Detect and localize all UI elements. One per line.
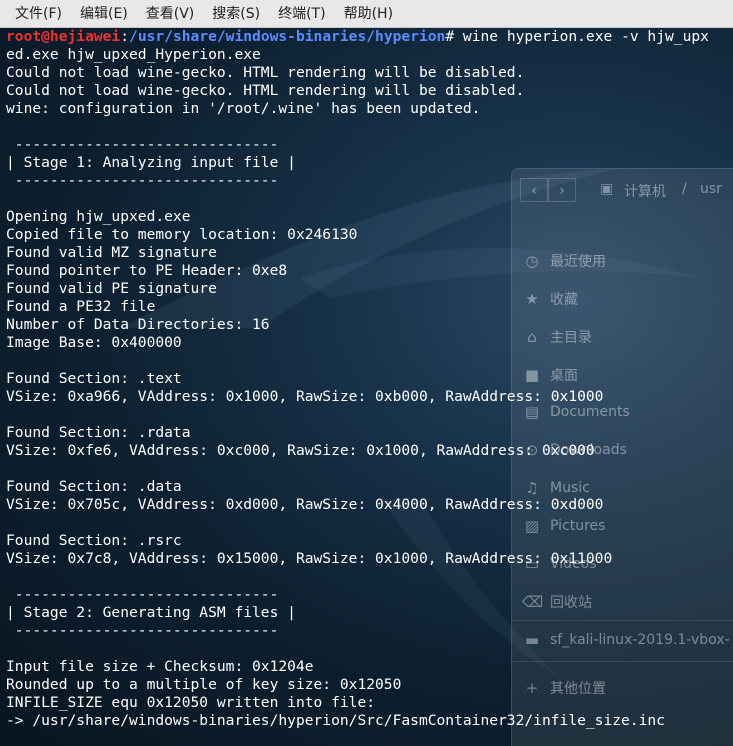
prompt-symbol: # xyxy=(445,28,463,45)
output-line: ------------------------------ xyxy=(6,586,279,603)
command-text-wrap: ed.exe hjw_upxed_Hyperion.exe xyxy=(6,46,261,63)
output-line: | Stage 1: Analyzing input file | xyxy=(6,154,296,171)
output-line: Found valid MZ signature xyxy=(6,244,217,261)
terminal-output: root@hejiawei:/usr/share/windows-binarie… xyxy=(6,28,709,730)
output-line: Found pointer to PE Header: 0xe8 xyxy=(6,262,288,279)
output-line: Found Section: .data xyxy=(6,478,182,495)
menu-terminal[interactable]: 终端(T) xyxy=(269,0,334,28)
output-line: Found Section: .rdata xyxy=(6,424,191,441)
output-line: Input file size + Checksum: 0x1204e xyxy=(6,658,314,675)
output-line: Image Base: 0x400000 xyxy=(6,334,182,351)
menu-search[interactable]: 搜索(S) xyxy=(203,0,269,28)
output-line: Could not load wine-gecko. HTML renderin… xyxy=(6,82,525,99)
output-line: VSize: 0x705c, VAddress: 0xd000, RawSize… xyxy=(6,496,604,513)
menu-edit[interactable]: 编辑(E) xyxy=(71,0,137,28)
output-line: ------------------------------ xyxy=(6,136,279,153)
output-line: ------------------------------ xyxy=(6,622,279,639)
output-line: INFILE_SIZE equ 0x12050 written into fil… xyxy=(6,694,376,711)
terminal-area[interactable]: ‹ › ▣ 计算机 / usr ◷ 最近使用 ★ 收藏 ⌂ 主目录 ■ 桌面 ▤ Docu… xyxy=(0,28,733,746)
command-text: wine hyperion.exe -v hjw_upx xyxy=(462,28,709,45)
output-lines: Could not load wine-gecko. HTML renderin… xyxy=(6,64,665,729)
output-line: Found Section: .rsrc xyxy=(6,532,182,549)
output-line: Found a PE32 file xyxy=(6,298,156,315)
output-line: -> /usr/share/windows-binaries/hyperion/… xyxy=(6,712,665,729)
output-line: Found valid PE signature xyxy=(6,280,217,297)
output-line: Found Section: .text xyxy=(6,370,182,387)
menu-view[interactable]: 查看(V) xyxy=(137,0,204,28)
prompt-user-host: root@hejiawei xyxy=(6,28,121,45)
output-line: VSize: 0xfe6, VAddress: 0xc000, RawSize:… xyxy=(6,442,595,459)
output-line: Opening hjw_upxed.exe xyxy=(6,208,191,225)
output-line: | Stage 2: Generating ASM files | xyxy=(6,604,296,621)
output-line: VSize: 0x7c8, VAddress: 0x15000, RawSize… xyxy=(6,550,613,567)
output-line: VSize: 0xa966, VAddress: 0x1000, RawSize… xyxy=(6,388,604,405)
prompt-separator: : xyxy=(120,28,130,45)
output-line: Rounded up to a multiple of key size: 0x… xyxy=(6,676,402,693)
output-line: Copied file to memory location: 0x246130 xyxy=(6,226,358,243)
menu-help[interactable]: 帮助(H) xyxy=(335,0,402,28)
output-line: wine: configuration in '/root/.wine' has… xyxy=(6,100,481,117)
output-line: ------------------------------ xyxy=(6,172,279,189)
menu-file[interactable]: 文件(F) xyxy=(6,0,71,28)
output-line: Number of Data Directories: 16 xyxy=(6,316,270,333)
output-line: Could not load wine-gecko. HTML renderin… xyxy=(6,64,525,81)
menu-bar: 文件(F) 编辑(E) 查看(V) 搜索(S) 终端(T) 帮助(H) xyxy=(0,0,733,28)
prompt-path: /usr/share/windows-binaries/hyperion xyxy=(129,28,446,45)
